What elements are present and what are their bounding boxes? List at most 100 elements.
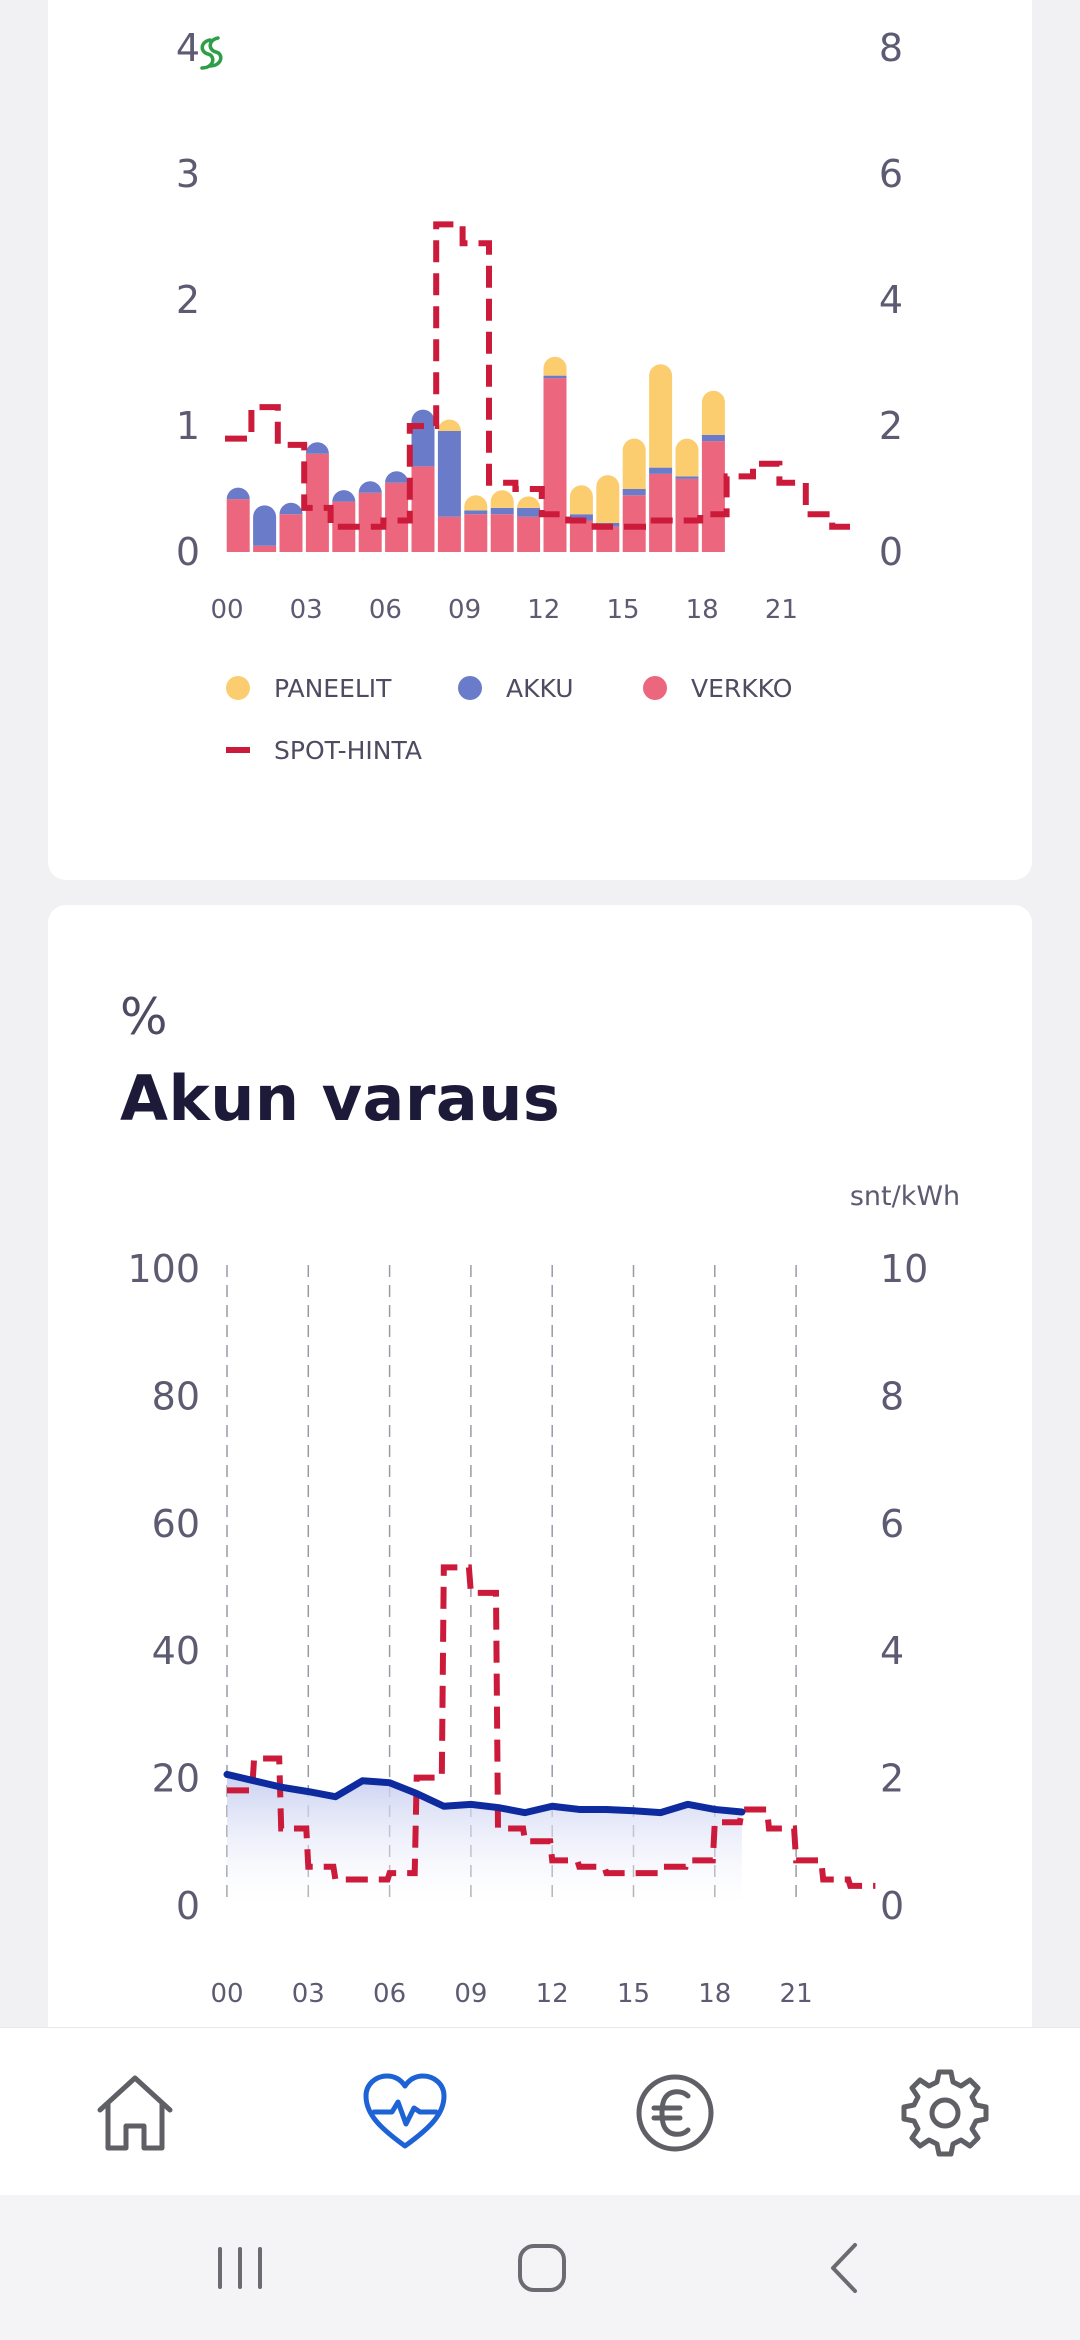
bar-verkko-03 — [305, 453, 329, 552]
bar-verkko-15 — [622, 495, 646, 552]
right-tick-label: 2 — [880, 1757, 904, 1801]
legend-dot-icon — [643, 676, 667, 700]
back-button[interactable] — [805, 2233, 885, 2303]
bar-akku-00 — [226, 487, 250, 500]
bar-verkko-02 — [279, 514, 303, 552]
bar-paneelit-10 — [490, 490, 514, 508]
gear-icon — [901, 2069, 989, 2157]
bar-verkko-06 — [385, 482, 409, 552]
bar-verkko-17 — [675, 478, 699, 552]
x-tick-label: 15 — [606, 595, 639, 625]
bar-paneelit-17 — [675, 438, 699, 477]
x-tick-label: 00 — [210, 1979, 243, 2009]
x-tick-label: 18 — [698, 1979, 731, 2009]
right-tick-label: 2 — [879, 404, 903, 448]
bar-akku-07 — [411, 409, 435, 467]
legend-label: SPOT-HINTA — [274, 736, 422, 765]
x-axis-ticks: 00 03 06 09 12 15 18 21 — [210, 1979, 812, 2009]
bottom-navigation — [0, 2027, 1080, 2196]
bar-paneelit-13 — [569, 485, 593, 515]
bar-akku-01 — [253, 505, 277, 546]
left-tick-label: 4 — [176, 26, 200, 70]
bar-verkko-16 — [649, 473, 673, 552]
recent-apps-icon — [218, 2247, 262, 2289]
x-tick-label: 03 — [292, 1979, 325, 2009]
bar-verkko-07 — [411, 466, 435, 552]
home-icon — [97, 2075, 173, 2151]
bar-paneelit-12 — [543, 356, 567, 376]
bar-verkko-18 — [701, 441, 725, 552]
bar-akku-04 — [332, 490, 356, 502]
bar-akku-05 — [358, 481, 382, 493]
bar-akku-16 — [649, 467, 673, 474]
left-tick-label: 2 — [176, 278, 200, 322]
left-tick-label: 0 — [176, 530, 200, 574]
left-tick-label: 80 — [152, 1374, 200, 1418]
s-logo-icon — [200, 36, 223, 70]
nav-health[interactable] — [360, 2068, 450, 2158]
system-navigation-bar — [0, 2195, 1080, 2340]
left-tick-label: 0 — [176, 1884, 200, 1928]
x-tick-label: 00 — [210, 595, 243, 625]
bar-paneelit-18 — [701, 390, 725, 435]
x-tick-label: 09 — [454, 1979, 487, 2009]
legend-dot-icon — [226, 676, 250, 700]
bar-verkko-10 — [490, 514, 514, 552]
left-tick-label: 100 — [127, 1247, 200, 1291]
right-tick-label: 8 — [880, 1374, 904, 1418]
right-tick-label: 4 — [880, 1629, 904, 1673]
right-axis-ticks: 0 2 4 6 8 — [879, 26, 903, 574]
left-tick-label: 1 — [176, 404, 200, 448]
right-tick-label: 8 — [879, 26, 903, 70]
x-tick-label: 15 — [617, 1979, 650, 2009]
left-axis-ticks: 0 1 2 3 4 — [176, 26, 200, 574]
right-tick-label: 6 — [880, 1502, 904, 1546]
legend-label: AKKU — [506, 674, 574, 703]
right-tick-label: 10 — [880, 1247, 928, 1291]
home-button[interactable] — [502, 2233, 582, 2303]
back-chevron-icon — [831, 2243, 857, 2293]
x-tick-label: 03 — [290, 595, 323, 625]
nav-costs[interactable] — [630, 2068, 720, 2158]
right-tick-label: 0 — [879, 530, 903, 574]
bar-akku-18 — [701, 434, 725, 442]
legend-dash-icon — [226, 747, 250, 753]
nav-settings[interactable] — [900, 2068, 990, 2158]
bar-verkko-09 — [464, 514, 488, 552]
battery-chart: snt/kWh 0 20 40 60 80 100 0 2 4 6 8 10 00 03 06 09 12 1… — [127, 1181, 960, 2009]
bar-verkko-11 — [517, 516, 541, 552]
legend-label: PANEELIT — [274, 674, 392, 703]
bar-paneelit-08 — [437, 419, 461, 432]
bar-akku-17 — [675, 476, 699, 479]
bar-akku-15 — [622, 489, 646, 496]
nav-home[interactable] — [90, 2068, 180, 2158]
right-axis-ticks: 0 2 4 6 8 10 — [880, 1247, 928, 1928]
heart-pulse-icon — [363, 2073, 447, 2149]
energy-chart-card: 01234 02468 00 03 06 09 12 15 18 21 PANEELIT AKK… — [48, 0, 1032, 880]
bar-paneelit-14 — [596, 475, 620, 524]
right-tick-label: 6 — [879, 152, 903, 196]
bar-akku-03 — [305, 442, 329, 454]
chart-legend: PANEELIT AKKU VERKKO SPOT-HINTA — [226, 674, 792, 765]
left-tick-label: 60 — [152, 1502, 200, 1546]
x-tick-label: 09 — [448, 595, 481, 625]
bar-verkko-00 — [226, 499, 250, 552]
bar-akku-08 — [437, 431, 461, 517]
bar-verkko-08 — [437, 516, 461, 552]
bar-verkko-01 — [253, 545, 277, 552]
x-tick-label: 21 — [780, 1979, 813, 2009]
recent-apps-button[interactable] — [200, 2233, 280, 2303]
bar-akku-09 — [464, 510, 488, 515]
bar-paneelit-15 — [622, 438, 646, 489]
left-tick-label: 20 — [152, 1757, 200, 1801]
bar-paneelit-11 — [517, 496, 541, 508]
card-title: Akun varaus — [120, 1062, 561, 1135]
euro-icon — [636, 2074, 714, 2152]
energy-chart: 01234 02468 00 03 06 09 12 15 18 21 PANEELIT AKK… — [176, 26, 903, 765]
x-tick-label: 18 — [686, 595, 719, 625]
bar-series — [226, 356, 725, 552]
bar-akku-06 — [385, 471, 409, 483]
x-tick-label: 21 — [765, 595, 798, 625]
price-unit-label: snt/kWh — [850, 1181, 960, 1212]
bar-akku-10 — [490, 507, 514, 515]
